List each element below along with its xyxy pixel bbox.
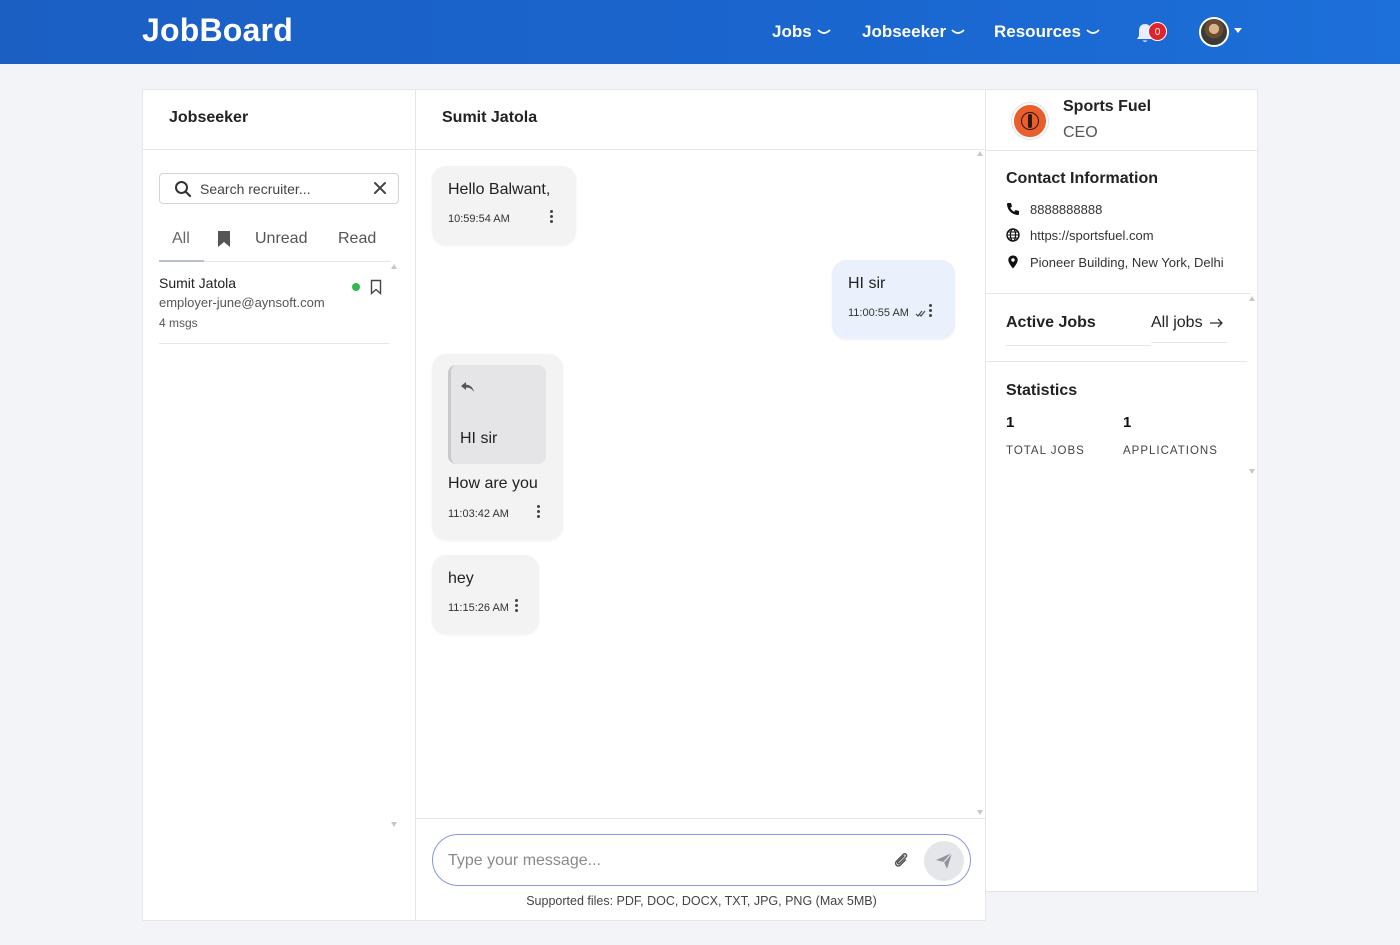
address-row: Pioneer Building, New York, Delhi [1006,253,1224,271]
scroll-down-arrow[interactable] [391,822,397,827]
tab-read[interactable]: Read [338,230,376,248]
chevron-down-icon [951,29,965,34]
message-text: hey [448,570,474,587]
total-jobs-value: 1 [1006,414,1015,431]
scroll-down-arrow[interactable] [1249,469,1255,474]
more-options-icon[interactable] [929,304,933,318]
scroll-up-arrow[interactable] [391,264,397,269]
search-input[interactable] [200,179,365,199]
nav-jobs-label: Jobs [772,22,812,41]
top-navbar: JobBoard Jobs Jobseeker Resources 0 [0,0,1400,64]
chevron-down-icon [1086,29,1100,34]
statistics-title: Statistics [1006,382,1078,399]
message-text: How are you [448,475,538,492]
scroll-down-arrow[interactable] [977,810,983,815]
nav-resources-label: Resources [994,22,1081,41]
tab-unread[interactable]: Unread [255,230,307,248]
chevron-down-icon [817,29,831,34]
all-jobs-label: All jobs [1151,314,1203,331]
arrow-right-icon [1209,318,1223,328]
chat-title: Sumit Jatola [442,109,538,126]
message-text: Hello Balwant, [448,181,551,198]
supported-files-note: Supported files: PDF, DOC, DOCX, TXT, JP… [526,894,877,908]
phone-row: 8888888888 [1006,200,1102,218]
nav-resources[interactable]: Resources [994,22,1100,42]
quoted-reply-text: HI sir [460,430,498,447]
contact-email: employer-june@aynsoft.com [159,295,325,310]
divider [986,361,1247,362]
globe-icon [1006,228,1020,242]
online-status-dot [352,283,360,291]
company-name: Sports Fuel [1063,98,1152,115]
nav-jobseeker[interactable]: Jobseeker [862,22,965,42]
paperclip-icon[interactable] [892,851,910,869]
message-text: HI sir [848,275,886,292]
send-button[interactable] [924,841,964,881]
contact-list-item[interactable]: Sumit Jatola employer-june@aynsoft.com 4… [159,270,389,344]
message-time: 11:15:26 AM [448,602,509,614]
contact-name: Sumit Jatola [159,275,237,291]
message-input[interactable] [448,849,878,873]
profile-panel: Sports Fuel CEO Contact Information 8888… [985,89,1258,892]
phone-icon [1007,203,1019,215]
message-composer [432,834,971,886]
contact-information-title: Contact Information [1006,170,1158,187]
contacts-header: Jobseeker [143,90,415,150]
reply-icon [461,382,474,392]
applications-value: 1 [1123,414,1132,431]
address-text: Pioneer Building, New York, Delhi [1030,254,1224,270]
more-options-icon[interactable] [537,505,541,519]
company-role: CEO [1063,124,1098,141]
location-pin-icon [1008,255,1018,269]
all-jobs-link[interactable]: All jobs [1151,314,1227,343]
company-logo [1012,103,1048,139]
bookmark-filled-icon[interactable] [217,230,231,248]
message-outgoing: HI sir 11:00:55 AM [832,260,955,339]
total-jobs-label: TOTAL JOBS [1006,445,1085,457]
divider [986,150,1257,151]
phone-text: 8888888888 [1030,201,1103,217]
search-icon [175,181,192,198]
message-time: 11:03:42 AM [448,508,509,520]
more-options-icon[interactable] [550,210,554,224]
caret-down-icon[interactable] [1234,28,1242,33]
double-check-icon [915,310,926,317]
more-options-icon[interactable] [515,599,519,613]
message-time: 10:59:54 AM [448,213,510,225]
nav-jobseeker-label: Jobseeker [862,22,947,41]
filter-tabs: All Unread Read [159,220,391,262]
chat-header: Sumit Jatola [416,90,985,150]
chat-panel: Sumit Jatola Hello Balwant, 10:59:54 AM … [415,89,986,921]
website-row: https://sportsfuel.com [1006,226,1154,244]
nav-jobs[interactable]: Jobs [772,22,831,42]
message-incoming: hey 11:15:26 AM [432,555,539,634]
close-icon[interactable] [373,181,387,195]
contacts-panel: Jobseeker All Unread Read Sumit Jatola e… [142,89,416,921]
site-logo[interactable]: JobBoard [142,12,293,49]
contacts-title: Jobseeker [169,109,249,126]
bookmark-icon[interactable] [370,279,382,295]
message-time: 11:00:55 AM [848,307,909,319]
contact-message-count: 4 msgs [159,316,198,330]
message-incoming: Hello Balwant, 10:59:54 AM [432,166,576,245]
message-incoming-reply: HI sir How are you 11:03:42 AM [432,354,563,540]
search-box [159,173,399,204]
divider [1006,345,1151,346]
quoted-reply[interactable]: HI sir [448,365,546,464]
composer-divider [416,818,985,819]
divider [986,293,1251,294]
notification-badge: 0 [1148,22,1167,41]
user-avatar[interactable] [1199,17,1229,47]
send-icon [936,852,953,869]
tab-all[interactable]: All [159,230,204,262]
scroll-up-arrow[interactable] [977,151,983,156]
scroll-up-arrow[interactable] [1249,296,1255,301]
website-link[interactable]: https://sportsfuel.com [1030,228,1154,243]
active-jobs-title: Active Jobs [1006,314,1096,331]
applications-label: APPLICATIONS [1123,445,1218,457]
